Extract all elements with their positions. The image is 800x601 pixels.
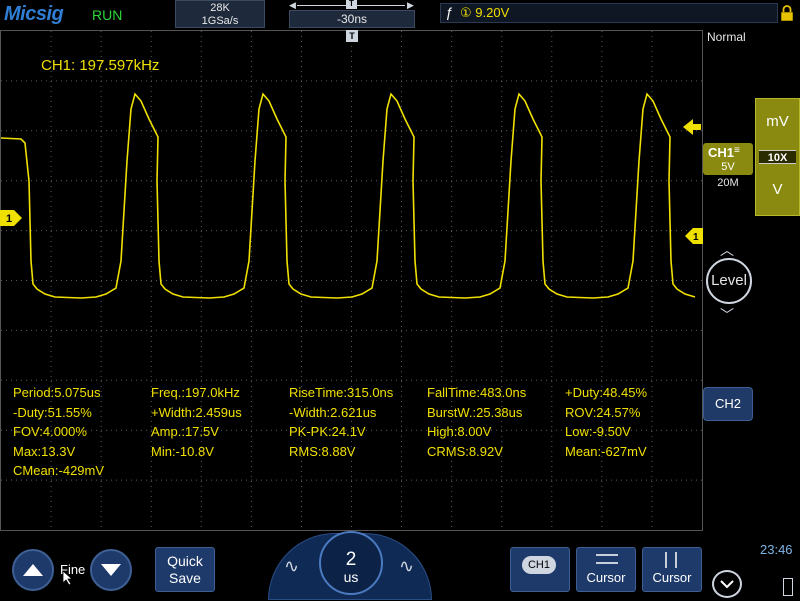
probe-ratio[interactable]: 10X [759,150,796,164]
measurement-value: +Duty:48.45% [565,385,648,400]
vertical-cursor-label: Cursor [652,570,692,585]
expand-menu-button[interactable] [712,570,742,598]
measurement-value: FOV:4.000% [13,424,87,439]
lock-icon[interactable] [779,4,795,22]
ch1-right-level-marker: 1 [685,228,703,244]
ch1-right-level-marker-label: 1 [693,232,699,243]
ch1-label-text: CH1 [708,145,735,160]
measurement-value: CRMS:8.92V [427,443,503,459]
run-stop-status[interactable]: RUN [92,7,122,23]
measurement-value: RMS:8.88V [289,443,356,459]
fine-down-button[interactable] [90,549,132,591]
chevron-down-icon [720,580,734,589]
ch1-chip: CH1 [522,556,556,574]
mouse-pointer-icon [62,570,74,586]
trigger-position-marker[interactable]: T [346,30,358,42]
measurement-value: Low:-9.50V [565,424,631,439]
fine-up-button[interactable] [12,549,54,591]
triangle-up-icon [23,564,43,576]
sample-rate: 1GSa/s [201,15,239,27]
timebase-unit: us [343,569,359,585]
measurement-value: Period:5.075us [13,385,101,400]
ch2-channel-button[interactable]: CH2 [703,387,753,421]
measurement-value: BurstW.:25.38us [427,404,523,420]
measurement-value: RiseTime:315.0ns [289,385,394,400]
measurement-value: -Duty:51.55% [13,404,92,420]
ch1-bandwidth-limit: 20M [717,177,739,189]
measurement-value: PK-PK:24.1V [289,424,366,439]
clock: 23:46 [760,542,793,557]
ch1-waveform [1,92,696,299]
quick-save-button[interactable]: Quick Save [155,547,215,592]
scale-mv-button[interactable]: mV [755,113,800,130]
measurement-value: -Width:2.621us [289,404,377,420]
coupling-icon: ≡ [734,145,740,156]
trigger-level-arrow-icon[interactable] [683,119,701,135]
timebase-value: 2 [345,549,357,570]
trigger-edge-icon: ƒ [445,4,453,20]
level-down-chevron-icon[interactable]: ﹀ [720,305,734,325]
measurement-row: Max:13.3V Min:-10.8V RMS:8.88V CRMS:8.92V Me… [13,444,703,464]
memory-trigger-marker: T [346,0,357,9]
time-offset-field[interactable]: -30ns [289,10,415,28]
measurement-value: +Width:2.459us [151,404,242,420]
memory-depth: 28K [210,2,230,14]
battery-icon [783,578,793,596]
measurement-value: FallTime:483.0ns [427,385,527,400]
measurement-value: CMean:-429mV [13,463,105,478]
trigger-level-readout: ① 9.20V [460,5,510,20]
measurement-row: -Duty:51.55% +Width:2.459us -Width:2.621us… [13,405,703,425]
brand-logo: Micsig [4,3,64,25]
measurement-value: Min:-10.8V [151,443,214,459]
ch1-label: CH1≡ [708,145,740,160]
level-up-chevron-icon[interactable]: ︿ [720,240,734,260]
measurement-value: Mean:-627mV [565,443,647,459]
measurement-table: Period:5.075us Freq.:197.0kHz RiseTime:315… [13,385,703,483]
horizontal-cursor-icon [596,554,618,564]
acquisition-info[interactable]: 28K 1GSa/s [175,0,265,28]
vertical-cursor-icon [665,552,677,568]
frequency-readout: CH1: 197.597kHz [41,57,160,74]
horizontal-cursor-label: Cursor [586,570,626,585]
measurement-row: CMean:-429mV [13,463,703,483]
measurement-row: FOV:4.000% Amp.:17.5V PK-PK:24.1V High:8.00… [13,424,703,444]
timebase-decrease-wave-icon[interactable]: ∿ [284,556,299,577]
scale-v-button[interactable]: V [755,181,800,198]
ch1-volts-div: 5V [721,161,735,173]
measurement-value: Amp.:17.5V [151,424,219,439]
timebase-increase-wave-icon[interactable]: ∿ [399,556,414,577]
measurement-row: Period:5.075us Freq.:197.0kHz RiseTime:315… [13,385,703,405]
measurement-value: Freq.:197.0kHz [151,385,240,400]
ch1-offset-marker-label: 1 [6,213,12,225]
measurement-value: ROV:24.57% [565,404,641,420]
ch1-offset-marker[interactable]: 1 [0,210,22,226]
acquire-mode-label[interactable]: Normal [707,30,746,44]
measurement-value: High:8.00V [427,424,492,439]
triangle-down-icon [101,564,121,576]
level-label: Level [711,272,747,289]
measurement-value: Max:13.3V [13,443,76,459]
